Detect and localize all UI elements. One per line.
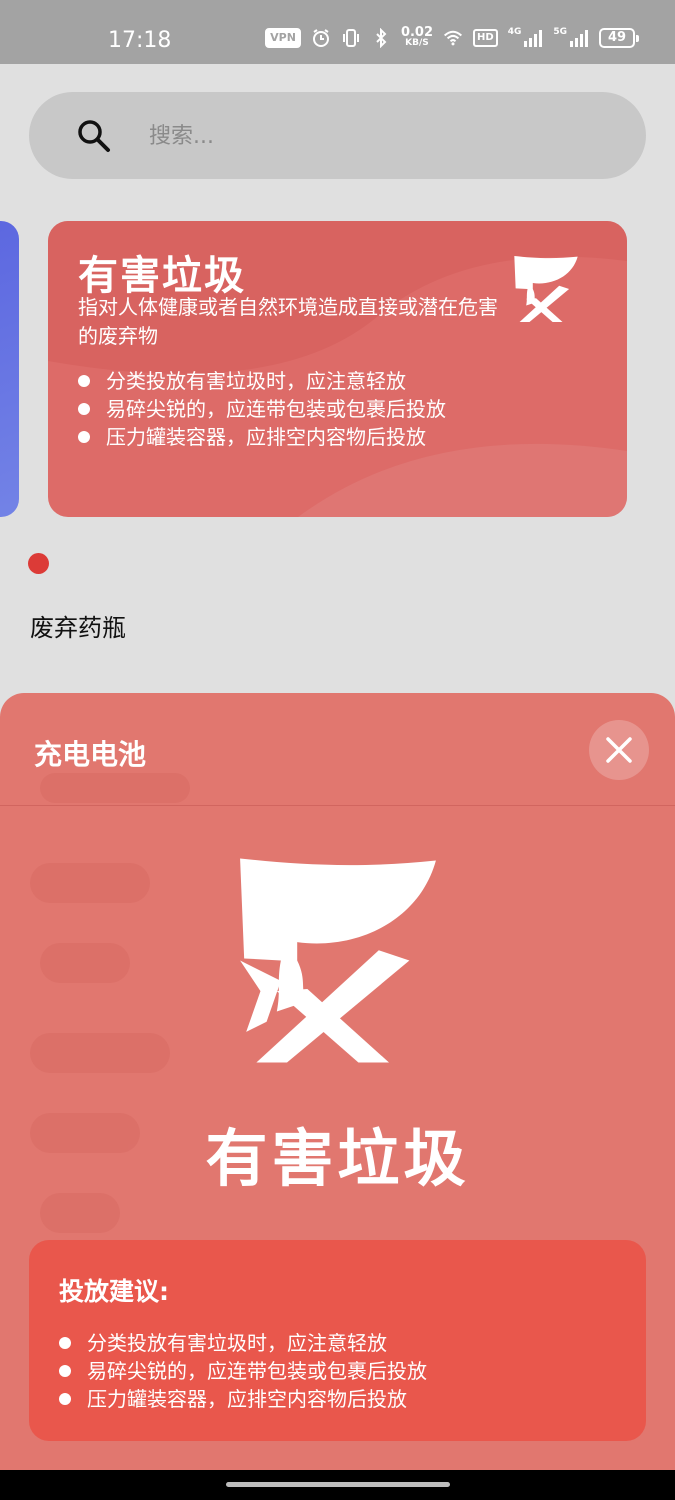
speed-value: 0.02 bbox=[400, 25, 434, 40]
sheet-title: 充电电池 bbox=[34, 738, 147, 771]
advice-box: 投放建议: 分类投放有害垃圾时，应注意轻放 易碎尖锐的，应连带包装或包裹后投放 … bbox=[29, 1240, 646, 1441]
vibrate-icon bbox=[342, 29, 359, 47]
bluetooth-icon bbox=[376, 28, 387, 48]
hazardous-waste-icon bbox=[240, 858, 436, 1063]
signal-icon bbox=[524, 30, 543, 47]
status-bar: 17:18 VPN 0.02 KB/S HD 4G 5G 49 bbox=[0, 0, 675, 64]
advice-list: 分类投放有害垃圾时，应注意轻放 易碎尖锐的，应连带包装或包裹后投放 压力罐装容器… bbox=[59, 1329, 427, 1413]
card-tip-item: 分类投放有害垃圾时，应注意轻放 bbox=[78, 367, 446, 395]
card-tip-item: 易碎尖锐的，应连带包装或包裹后投放 bbox=[78, 395, 446, 423]
navigation-bar bbox=[0, 1470, 675, 1500]
blurred-background-list bbox=[30, 773, 190, 1233]
battery-indicator: 49 bbox=[599, 28, 639, 48]
search-icon bbox=[78, 120, 110, 152]
network-speed: 0.02 KB/S bbox=[400, 25, 434, 48]
category-title: 有害垃圾 bbox=[205, 1122, 470, 1195]
search-input[interactable] bbox=[149, 116, 589, 156]
list-item[interactable]: 废弃药瓶 bbox=[30, 608, 126, 643]
card-tip-item: 压力罐装容器，应排空内容物后投放 bbox=[78, 423, 446, 451]
home-indicator[interactable] bbox=[226, 1482, 450, 1487]
hazardous-waste-icon bbox=[514, 256, 578, 322]
close-button[interactable] bbox=[589, 720, 649, 780]
previous-category-card[interactable] bbox=[0, 221, 19, 517]
card-description: 指对人体健康或者自然环境造成直接或潜在危害的废弃物 bbox=[78, 295, 498, 348]
list-item-dot bbox=[28, 553, 49, 574]
card-tips-list: 分类投放有害垃圾时，应注意轻放 易碎尖锐的，应连带包装或包裹后投放 压力罐装容器… bbox=[78, 367, 446, 451]
category-card-hazardous[interactable]: 有害垃圾 指对人体健康或者自然环境造成直接或潜在危害的废弃物 分类投放有害垃圾时… bbox=[48, 221, 627, 517]
wifi-icon bbox=[444, 30, 463, 46]
status-icons: VPN 0.02 KB/S HD 4G 5G 49 bbox=[265, 25, 639, 48]
net-label-5g: 5G bbox=[553, 27, 567, 37]
hd-badge: HD bbox=[473, 29, 498, 47]
sheet-header: 充电电池 bbox=[0, 693, 675, 806]
vpn-badge: VPN bbox=[265, 28, 301, 48]
detail-sheet: 充电电池 有害垃圾 投放建议: 分类投放有害垃圾时，应注意轻放 易碎尖锐的，应连… bbox=[0, 693, 675, 1470]
speed-unit: KB/S bbox=[405, 38, 429, 48]
search-bar[interactable] bbox=[29, 92, 646, 179]
advice-title: 投放建议: bbox=[59, 1277, 169, 1306]
net-label-4g: 4G bbox=[507, 27, 522, 37]
signal-icon bbox=[570, 30, 588, 47]
close-icon bbox=[606, 737, 632, 763]
alarm-icon bbox=[312, 29, 329, 47]
advice-item: 易碎尖锐的，应连带包装或包裹后投放 bbox=[59, 1357, 427, 1385]
status-time: 17:18 bbox=[108, 28, 172, 53]
advice-item: 分类投放有害垃圾时，应注意轻放 bbox=[59, 1329, 427, 1357]
advice-item: 压力罐装容器，应排空内容物后投放 bbox=[59, 1385, 427, 1413]
